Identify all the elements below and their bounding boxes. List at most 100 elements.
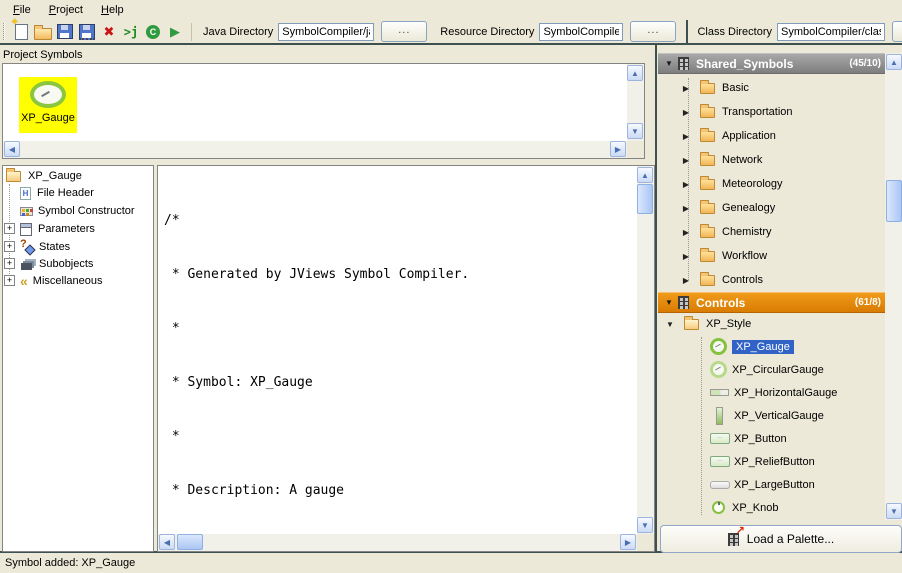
palette-folder-transportation[interactable]: Transportation [658, 100, 884, 124]
editor-hscroll-thumb[interactable] [177, 534, 203, 550]
palette-scroll-up-icon[interactable] [886, 54, 902, 70]
open-project-button[interactable] [32, 22, 54, 42]
tree-item-miscellaneous[interactable]: Miscellaneous [20, 272, 103, 290]
class-directory-input[interactable] [777, 23, 885, 41]
palette-symbol-xp-circulargauge[interactable]: XP_CircularGauge [658, 358, 884, 381]
palette-symbol-xp-horizontalgauge[interactable]: XP_HorizontalGauge [658, 381, 884, 404]
editor-scrollbar-corner [637, 534, 654, 551]
resource-directory-browse-button[interactable]: ... [630, 21, 676, 42]
save-button[interactable] [54, 22, 76, 42]
code-line: /* [164, 212, 624, 230]
main-split-divider[interactable] [655, 45, 657, 552]
expand-states-icon[interactable] [4, 241, 15, 252]
expand-triangle-icon[interactable] [680, 132, 692, 141]
editor-scroll-right-icon[interactable] [620, 534, 636, 550]
states-icon [20, 240, 35, 254]
palette-grid-icon [678, 57, 689, 70]
editor-vscrollbar[interactable] [637, 166, 654, 534]
editor-scroll-down-icon[interactable] [637, 517, 653, 533]
java-directory-browse-button[interactable]: ... [381, 21, 427, 42]
tree-root-xp-gauge[interactable]: XP_Gauge [6, 167, 82, 185]
palette-folder-genealogy[interactable]: Genealogy [658, 196, 884, 220]
ps-scroll-left-icon[interactable] [4, 141, 20, 157]
expand-triangle-icon[interactable] [680, 156, 692, 165]
collapse-triangle-icon[interactable] [663, 298, 675, 307]
load-palette-button[interactable]: Load a Palette... [660, 525, 902, 553]
ps-hscrollbar[interactable] [3, 141, 627, 158]
palette-symbol-xp-knob[interactable]: XP_Knob [658, 496, 884, 519]
palette-vscrollbar[interactable] [885, 53, 902, 520]
project-symbol-xp-gauge[interactable]: XP_Gauge [19, 77, 77, 133]
palette-folder-network[interactable]: Network [658, 148, 884, 172]
run-button[interactable] [164, 22, 186, 42]
palette-vscroll-thumb[interactable] [886, 180, 902, 222]
expand-subobjects-icon[interactable] [4, 258, 15, 269]
new-project-button[interactable] [10, 22, 32, 42]
ps-scroll-up-icon[interactable] [627, 65, 643, 81]
ps-scroll-down-icon[interactable] [627, 123, 643, 139]
compile-button[interactable] [142, 22, 164, 42]
palette-folder-application[interactable]: Application [658, 124, 884, 148]
editor-vscroll-thumb[interactable] [637, 184, 653, 214]
expand-triangle-icon[interactable] [680, 180, 692, 189]
palette-folder-meteorology[interactable]: Meteorology [658, 172, 884, 196]
toolbar-grip[interactable] [3, 23, 5, 40]
expand-miscellaneous-icon[interactable] [4, 275, 15, 286]
project-symbols-panel: XP_Gauge [2, 63, 645, 159]
generate-java-button[interactable] [120, 22, 142, 42]
expand-triangle-icon[interactable] [680, 84, 692, 93]
code-text[interactable]: /* * Generated by JViews Symbol Compiler… [164, 176, 624, 573]
palette-symbol-xp-verticalgauge[interactable]: XP_VerticalGauge [658, 404, 884, 427]
tree-item-label: File Header [37, 187, 94, 199]
resource-directory-input[interactable] [539, 23, 623, 41]
delete-cross-icon [104, 24, 115, 40]
gauge-icon [30, 81, 66, 108]
delete-button[interactable] [98, 22, 120, 42]
expand-triangle-icon[interactable] [680, 228, 692, 237]
palette-group-xp-style[interactable]: XP_Style [658, 313, 884, 335]
editor-scroll-left-icon[interactable] [159, 534, 175, 550]
palette-symbol-xp-largebutton[interactable]: XP_LargeButton [658, 473, 884, 496]
palette-folder-chemistry[interactable]: Chemistry [658, 220, 884, 244]
folder-icon [700, 251, 715, 262]
expand-triangle-icon[interactable] [680, 252, 692, 261]
tree-item-states[interactable]: States [20, 238, 70, 256]
expand-parameters-icon[interactable] [4, 223, 15, 234]
palette-scroll-down-icon[interactable] [886, 503, 902, 519]
file-header-icon [20, 187, 31, 200]
tree-item-symbol-constructor[interactable]: Symbol Constructor [20, 202, 135, 220]
editor-scroll-up-icon[interactable] [637, 167, 653, 183]
save-all-button[interactable] [76, 22, 98, 42]
palette-count: (45/10) [849, 58, 881, 69]
palette-symbol-xp-button[interactable]: XP_Button [658, 427, 884, 450]
tree-item-file-header[interactable]: File Header [20, 184, 94, 202]
tree-item-subobjects[interactable]: Subobjects [20, 255, 93, 273]
collapse-triangle-icon[interactable] [663, 59, 675, 68]
palette-folder-workflow[interactable]: Workflow [658, 244, 884, 268]
collapse-triangle-icon[interactable] [664, 320, 676, 329]
expand-triangle-icon[interactable] [680, 276, 692, 285]
menu-help[interactable]: Help [92, 2, 133, 19]
code-editor-panel[interactable]: /* * Generated by JViews Symbol Compiler… [157, 165, 655, 552]
folder-icon [700, 107, 715, 118]
java-directory-input[interactable] [278, 23, 374, 41]
palette-folder-label: Chemistry [722, 226, 772, 238]
ps-scroll-right-icon[interactable] [610, 141, 626, 157]
palette-folder-controls[interactable]: Controls [658, 268, 884, 292]
menu-project[interactable]: Project [40, 2, 92, 19]
expand-triangle-icon[interactable] [680, 204, 692, 213]
palette-folder-label: Basic [722, 82, 749, 94]
folder-icon [700, 131, 715, 142]
tree-item-parameters[interactable]: Parameters [20, 220, 95, 238]
palette-header-shared-symbols[interactable]: Shared_Symbols (45/10) [658, 53, 885, 74]
palette-folder-basic[interactable]: Basic [658, 76, 884, 100]
expand-triangle-icon[interactable] [680, 108, 692, 117]
editor-hscrollbar[interactable] [158, 534, 637, 551]
class-directory-browse-button[interactable]: ... [892, 21, 902, 42]
menu-file[interactable]: File [4, 2, 40, 19]
palette-symbol-xp-gauge[interactable]: XP_Gauge [658, 335, 884, 358]
palette-symbol-label: XP_CircularGauge [732, 364, 824, 376]
palette-symbol-xp-reliefbutton[interactable]: XP_ReliefButton [658, 450, 884, 473]
code-line: * Description: A gauge [164, 482, 624, 500]
palette-header-controls[interactable]: Controls (61/8) [658, 292, 885, 313]
